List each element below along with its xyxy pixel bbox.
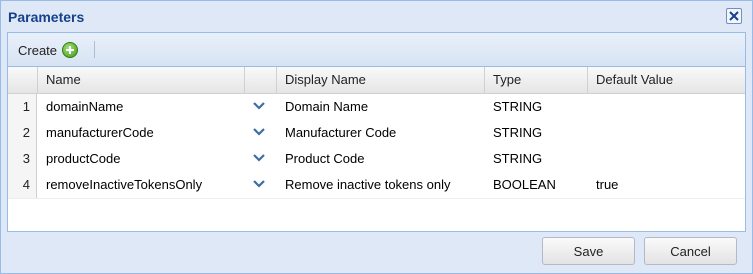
column-header-name[interactable]: Name bbox=[38, 67, 245, 93]
cell-name[interactable]: domainName bbox=[38, 94, 123, 120]
cell-type[interactable]: STRING bbox=[485, 146, 542, 172]
cell-name[interactable]: productCode bbox=[38, 146, 120, 172]
create-button[interactable]: Create bbox=[14, 39, 82, 61]
save-button[interactable]: Save bbox=[542, 237, 635, 265]
cell-default-value[interactable] bbox=[588, 120, 596, 146]
row-number: 2 bbox=[8, 120, 37, 146]
cell-display-name[interactable]: Domain Name bbox=[277, 94, 368, 120]
table-row[interactable]: 2 manufacturerCode Manufacturer Code STR… bbox=[8, 120, 745, 147]
cell-default-value[interactable] bbox=[588, 146, 596, 172]
cell-type[interactable]: STRING bbox=[485, 94, 542, 120]
chevron-down-icon[interactable] bbox=[253, 154, 265, 162]
chevron-down-icon[interactable] bbox=[253, 180, 265, 188]
dialog-titlebar: Parameters bbox=[1, 1, 752, 32]
column-header-display-name[interactable]: Display Name bbox=[277, 67, 485, 93]
chevron-down-icon[interactable] bbox=[253, 102, 265, 110]
column-header-spacer bbox=[245, 67, 277, 93]
column-header-default-value[interactable]: Default Value bbox=[588, 67, 745, 93]
cell-type[interactable]: BOOLEAN bbox=[485, 172, 556, 198]
parameters-dialog: Parameters Create Name Display Name Type… bbox=[0, 0, 753, 274]
cell-display-name[interactable]: Manufacturer Code bbox=[277, 120, 396, 146]
cell-type[interactable]: STRING bbox=[485, 120, 542, 146]
row-number: 1 bbox=[8, 94, 37, 120]
table-row[interactable]: 3 productCode Product Code STRING bbox=[8, 146, 745, 173]
close-icon[interactable] bbox=[726, 8, 742, 24]
cell-default-value[interactable]: true bbox=[588, 172, 618, 198]
grid-header: Name Display Name Type Default Value bbox=[8, 67, 745, 94]
parameters-grid-panel: Create Name Display Name Type Default Va… bbox=[7, 32, 746, 232]
dialog-title: Parameters bbox=[8, 9, 85, 25]
cell-display-name[interactable]: Remove inactive tokens only bbox=[277, 172, 450, 198]
cell-default-value[interactable] bbox=[588, 94, 596, 120]
cancel-button[interactable]: Cancel bbox=[644, 237, 737, 265]
row-number: 3 bbox=[8, 146, 37, 172]
add-icon bbox=[62, 42, 79, 58]
cell-name[interactable]: removeInactiveTokensOnly bbox=[38, 172, 202, 198]
chevron-down-icon[interactable] bbox=[253, 128, 265, 136]
cell-display-name[interactable]: Product Code bbox=[277, 146, 365, 172]
cell-name[interactable]: manufacturerCode bbox=[38, 120, 154, 146]
table-row[interactable]: 4 removeInactiveTokensOnly Remove inacti… bbox=[8, 172, 745, 199]
create-button-label: Create bbox=[18, 42, 58, 58]
toolbar-separator bbox=[94, 41, 95, 58]
row-number: 4 bbox=[8, 172, 37, 198]
table-row[interactable]: 1 domainName Domain Name STRING bbox=[8, 94, 745, 121]
grid-toolbar: Create bbox=[8, 33, 745, 67]
column-header-type[interactable]: Type bbox=[485, 67, 588, 93]
row-number-header bbox=[8, 67, 38, 93]
